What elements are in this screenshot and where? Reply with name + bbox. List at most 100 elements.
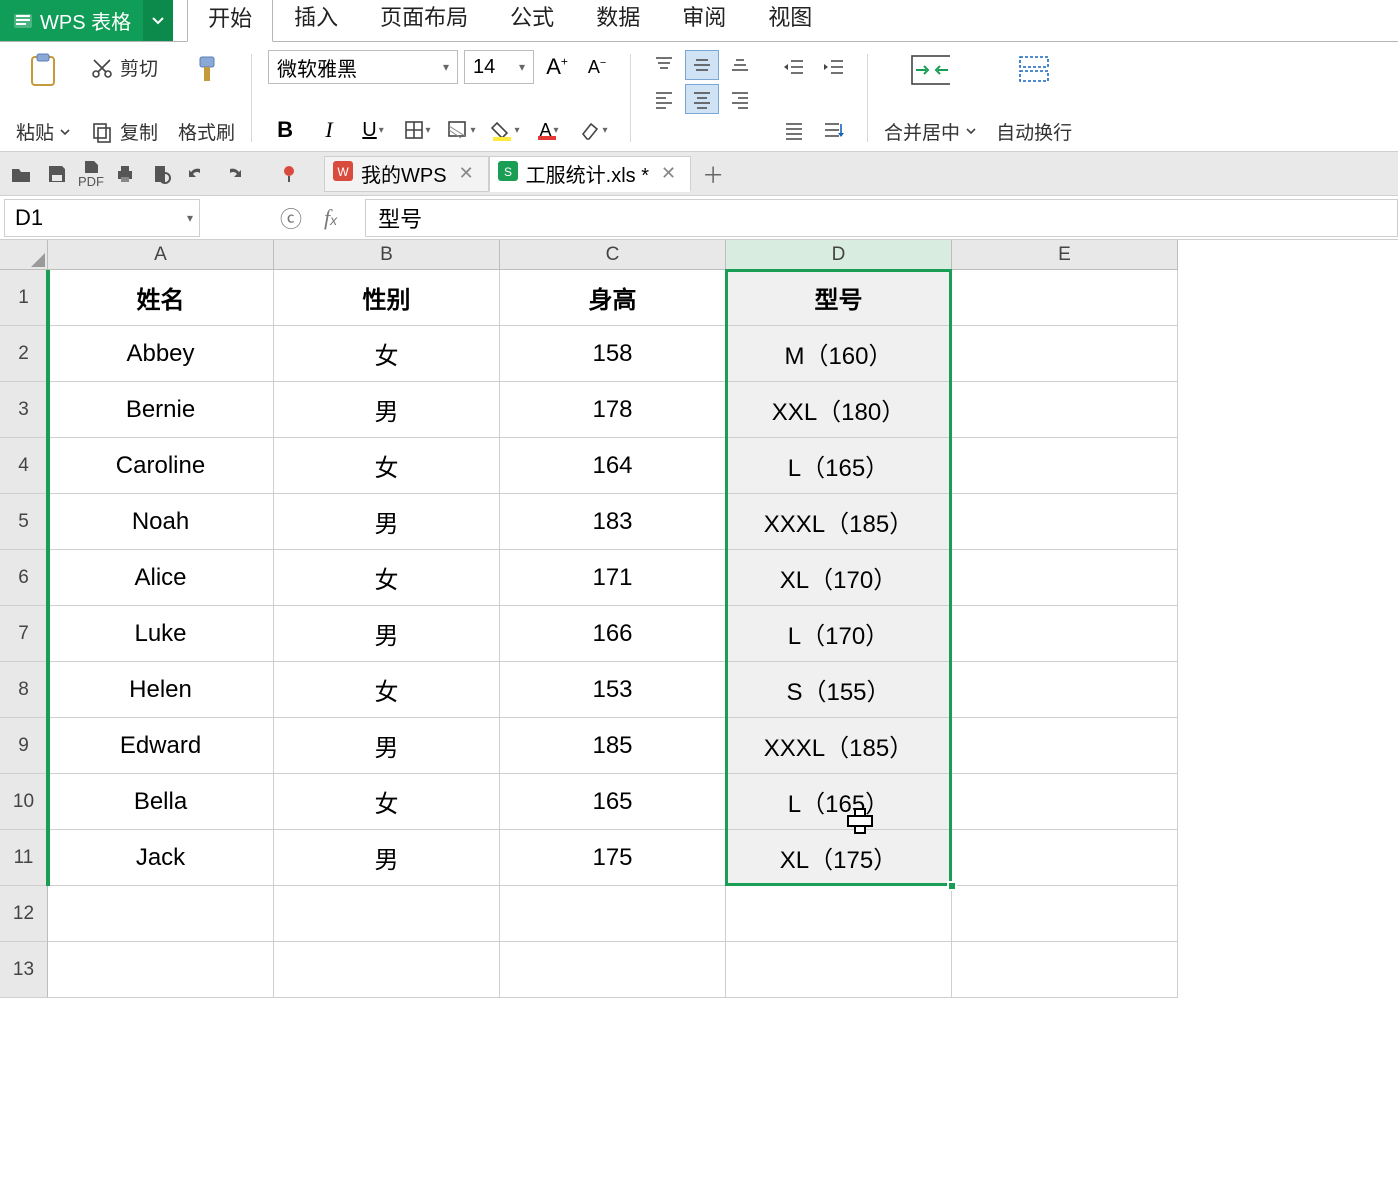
cell[interactable]: 153 xyxy=(500,662,726,718)
menu-tab-2[interactable]: 页面布局 xyxy=(359,0,489,41)
cell[interactable]: 女 xyxy=(274,438,500,494)
cell[interactable]: 178 xyxy=(500,382,726,438)
cell[interactable]: 女 xyxy=(274,550,500,606)
cell[interactable]: L（165） xyxy=(726,438,952,494)
merge-group[interactable]: 合并居中 xyxy=(878,48,982,147)
undo-icon[interactable] xyxy=(182,159,212,189)
font-color-button[interactable]: A▾ xyxy=(532,115,566,145)
cell[interactable]: 175 xyxy=(500,830,726,886)
cell[interactable] xyxy=(952,886,1178,942)
col-header-E[interactable]: E xyxy=(952,240,1178,270)
menu-tab-4[interactable]: 数据 xyxy=(575,0,661,41)
cell[interactable] xyxy=(274,942,500,998)
cell[interactable] xyxy=(952,382,1178,438)
cell[interactable]: 185 xyxy=(500,718,726,774)
cell[interactable] xyxy=(952,662,1178,718)
menu-tab-5[interactable]: 审阅 xyxy=(661,0,747,41)
print-icon[interactable] xyxy=(110,159,140,189)
bold-button[interactable]: B xyxy=(268,115,302,145)
cell[interactable]: 女 xyxy=(274,326,500,382)
close-icon[interactable]: ✕ xyxy=(657,163,680,184)
row-header-11[interactable]: 11 xyxy=(0,830,48,886)
cell[interactable] xyxy=(500,942,726,998)
cell[interactable]: L（170） xyxy=(726,606,952,662)
spreadsheet-grid[interactable]: ABCDE1姓名性别身高型号2Abbey女158M（160）3Bernie男17… xyxy=(0,240,1398,998)
font-size-combo[interactable]: 14▾ xyxy=(464,50,534,84)
cell[interactable] xyxy=(952,494,1178,550)
menu-tab-1[interactable]: 插入 xyxy=(273,0,359,41)
cell[interactable] xyxy=(726,886,952,942)
fill-color-button[interactable]: ▾ xyxy=(488,115,522,145)
save-icon[interactable] xyxy=(42,159,72,189)
border-button[interactable]: ▾ xyxy=(400,115,434,145)
cell[interactable]: XL（170） xyxy=(726,550,952,606)
copy-button[interactable]: 复制 xyxy=(90,118,158,145)
header-cell[interactable]: 性别 xyxy=(274,270,500,326)
cell[interactable] xyxy=(952,830,1178,886)
cell[interactable] xyxy=(952,270,1178,326)
close-icon[interactable]: ✕ xyxy=(455,163,478,184)
underline-button[interactable]: U▾ xyxy=(356,115,390,145)
paste-button[interactable]: 粘贴 xyxy=(16,118,70,145)
formula-input[interactable]: 型号 xyxy=(365,199,1398,237)
cell[interactable] xyxy=(952,550,1178,606)
row-header-10[interactable]: 10 xyxy=(0,774,48,830)
cell[interactable] xyxy=(48,942,274,998)
fill-pattern-button[interactable]: ▾ xyxy=(444,115,478,145)
cell[interactable] xyxy=(952,606,1178,662)
cell[interactable]: S（155） xyxy=(726,662,952,718)
cell[interactable]: 165 xyxy=(500,774,726,830)
cell[interactable]: Jack xyxy=(48,830,274,886)
cell[interactable]: 男 xyxy=(274,606,500,662)
row-header-5[interactable]: 5 xyxy=(0,494,48,550)
cell[interactable] xyxy=(952,942,1178,998)
format-painter-group[interactable]: 格式刷 xyxy=(172,48,241,147)
fill-handle[interactable] xyxy=(947,881,957,891)
row-header-1[interactable]: 1 xyxy=(0,270,48,326)
row-header-12[interactable]: 12 xyxy=(0,886,48,942)
row-header-6[interactable]: 6 xyxy=(0,550,48,606)
row-header-2[interactable]: 2 xyxy=(0,326,48,382)
cell[interactable]: 男 xyxy=(274,382,500,438)
cell[interactable] xyxy=(952,326,1178,382)
wrap-group[interactable]: 自动换行 xyxy=(990,48,1078,147)
cell[interactable]: 183 xyxy=(500,494,726,550)
open-icon[interactable] xyxy=(6,159,36,189)
export-pdf-icon[interactable]: PDF xyxy=(78,159,104,189)
cell[interactable]: XXXL（185） xyxy=(726,494,952,550)
row-header-8[interactable]: 8 xyxy=(0,662,48,718)
cell[interactable] xyxy=(274,886,500,942)
align-left-icon[interactable] xyxy=(647,84,681,114)
menu-tab-3[interactable]: 公式 xyxy=(489,0,575,41)
cell[interactable] xyxy=(952,438,1178,494)
menu-tab-0[interactable]: 开始 xyxy=(187,0,273,42)
pin-icon[interactable] xyxy=(274,159,304,189)
doc-tab-1[interactable]: S工服统计.xls *✕ xyxy=(489,156,691,192)
cell[interactable]: 女 xyxy=(274,774,500,830)
align-top-icon[interactable] xyxy=(647,50,681,80)
cell[interactable]: Noah xyxy=(48,494,274,550)
menu-tab-6[interactable]: 视图 xyxy=(747,0,833,41)
col-header-D[interactable]: D xyxy=(726,240,952,270)
cell[interactable] xyxy=(952,774,1178,830)
col-header-A[interactable]: A xyxy=(48,240,274,270)
justify-icon[interactable] xyxy=(777,115,811,145)
cell[interactable]: XXL（180） xyxy=(726,382,952,438)
header-cell[interactable]: 型号 xyxy=(726,270,952,326)
decrease-indent-icon[interactable] xyxy=(777,52,811,82)
app-menu-dropdown[interactable] xyxy=(143,0,173,41)
cell[interactable]: M（160） xyxy=(726,326,952,382)
col-header-B[interactable]: B xyxy=(274,240,500,270)
font-name-combo[interactable]: 微软雅黑▾ xyxy=(268,50,458,84)
increase-indent-icon[interactable] xyxy=(817,52,851,82)
paste-icon[interactable] xyxy=(23,50,63,90)
italic-button[interactable]: I xyxy=(312,115,346,145)
cut-button[interactable]: 剪切 xyxy=(90,54,158,81)
row-header-4[interactable]: 4 xyxy=(0,438,48,494)
header-cell[interactable]: 身高 xyxy=(500,270,726,326)
col-header-C[interactable]: C xyxy=(500,240,726,270)
cell[interactable]: 158 xyxy=(500,326,726,382)
cell[interactable]: Bella xyxy=(48,774,274,830)
cell[interactable]: 女 xyxy=(274,662,500,718)
cell[interactable]: L（165） xyxy=(726,774,952,830)
